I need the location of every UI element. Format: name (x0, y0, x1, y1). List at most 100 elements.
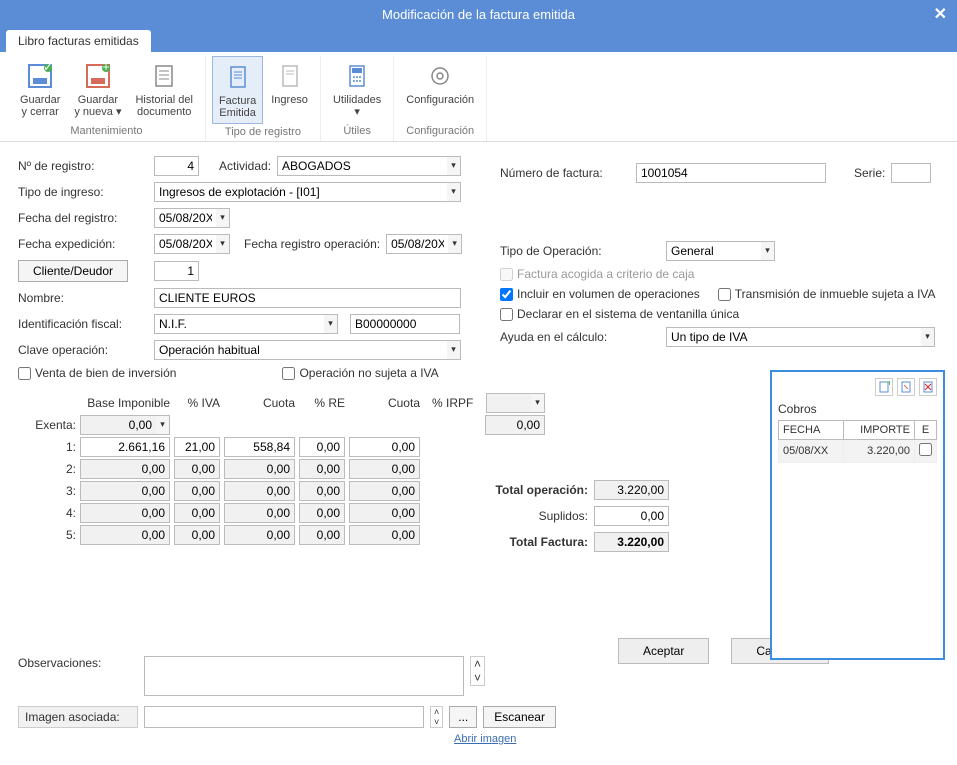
tipo-op-label: Tipo de Operación: (500, 244, 660, 258)
chevron-down-icon[interactable]: ▾ (216, 208, 230, 228)
iva-input-2[interactable] (174, 459, 220, 479)
calculator-icon (341, 60, 373, 92)
imagen-path-input[interactable] (144, 706, 424, 728)
numero-factura-input[interactable] (636, 163, 826, 183)
chevron-down-icon[interactable]: ▾ (447, 340, 461, 360)
scroll-up-icon[interactable]: ˄ (471, 657, 484, 671)
scroll-down-icon[interactable]: ˅ (431, 717, 442, 727)
iva-input-5[interactable] (174, 525, 220, 545)
new-cobro-icon[interactable]: + (875, 378, 893, 396)
op-no-sujeta-checkbox[interactable]: Operación no sujeta a IVA (282, 366, 438, 380)
cuota-input-2[interactable] (224, 459, 295, 479)
cuota2-input-2[interactable] (349, 459, 420, 479)
historial-button[interactable]: Historial del documento (129, 56, 198, 122)
cobro-e-checkbox[interactable] (919, 443, 932, 456)
clave-op-select[interactable] (154, 340, 447, 360)
total-op-value (594, 480, 669, 500)
cuota2-input-5[interactable] (349, 525, 420, 545)
tipo-ingreso-label: Tipo de ingreso: (18, 185, 148, 199)
iva-input-3[interactable] (174, 481, 220, 501)
utilidades-button[interactable]: Utilidades ▾ (327, 56, 387, 122)
re-input-1[interactable] (299, 437, 345, 457)
registro-input[interactable] (154, 156, 199, 176)
base-input-4[interactable] (80, 503, 170, 523)
factura-emitida-button[interactable]: Factura Emitida (212, 56, 263, 124)
fecha-exped-label: Fecha expedición: (18, 237, 148, 251)
incluir-vol-checkbox[interactable]: Incluir en volumen de operaciones (500, 287, 700, 301)
tipo-ingreso-select[interactable] (154, 182, 447, 202)
actividad-select[interactable] (277, 156, 447, 176)
ayuda-calc-select[interactable] (666, 327, 921, 347)
transm-inmueble-checkbox[interactable]: Transmisión de inmueble sujeta a IVA (718, 287, 936, 301)
titlebar: Modificación de la factura emitida ✕ (0, 0, 957, 28)
exenta-input[interactable] (80, 415, 156, 435)
cuota-input-4[interactable] (224, 503, 295, 523)
cliente-num-input[interactable] (154, 261, 199, 281)
svg-text:+: + (886, 381, 890, 389)
re-input-2[interactable] (299, 459, 345, 479)
criterio-caja-checkbox: Factura acogida a criterio de caja (500, 267, 694, 281)
cuota2-input-4[interactable] (349, 503, 420, 523)
scroll-up-icon[interactable]: ˄ (431, 707, 442, 717)
venta-inversion-checkbox[interactable]: Venta de bien de inversión (18, 366, 176, 380)
ingreso-button[interactable]: Ingreso (265, 56, 314, 110)
close-icon[interactable]: ✕ (934, 4, 947, 24)
guardar-cerrar-button[interactable]: ✓ Guardar y cerrar (14, 56, 66, 122)
ident-tipo-select[interactable] (154, 314, 324, 334)
base-input-2[interactable] (80, 459, 170, 479)
suplidos-input[interactable] (594, 506, 669, 526)
aceptar-button[interactable]: Aceptar (618, 638, 709, 664)
cliente-deudor-button[interactable]: Cliente/Deudor (18, 260, 128, 282)
cuota2-input-1[interactable] (349, 437, 420, 457)
cobros-row[interactable]: 05/08/XX3.220,00 (779, 440, 937, 463)
base-input-3[interactable] (80, 481, 170, 501)
scroll-down-icon[interactable]: ˅ (471, 671, 484, 685)
browse-button[interactable]: ... (449, 706, 477, 728)
serie-input[interactable] (891, 163, 931, 183)
nombre-input[interactable] (154, 288, 461, 308)
re-input-5[interactable] (299, 525, 345, 545)
escanear-button[interactable]: Escanear (483, 706, 556, 728)
iva-input-4[interactable] (174, 503, 220, 523)
cuota2-input-3[interactable] (349, 481, 420, 501)
base-input-5[interactable] (80, 525, 170, 545)
delete-cobro-icon[interactable] (919, 378, 937, 396)
clave-op-label: Clave operación: (18, 343, 148, 357)
cuota-input-1[interactable] (224, 437, 295, 457)
tipo-op-select[interactable] (666, 241, 761, 261)
re-input-3[interactable] (299, 481, 345, 501)
save-new-icon: + (82, 60, 114, 92)
fecha-registro-input[interactable] (154, 208, 216, 228)
observaciones-textarea[interactable] (144, 656, 464, 696)
chevron-down-icon[interactable]: ▾ (531, 393, 545, 413)
guardar-nueva-button[interactable]: + Guardar y nueva ▾ (68, 56, 127, 122)
irpf-type-select[interactable] (486, 393, 531, 413)
edit-cobro-icon[interactable] (897, 378, 915, 396)
iva-input-1[interactable] (174, 437, 220, 457)
cuota-input-3[interactable] (224, 481, 295, 501)
fecha-exped-input[interactable] (154, 234, 216, 254)
chevron-down-icon[interactable]: ▾ (448, 234, 462, 254)
chevron-down-icon[interactable]: ▾ (156, 415, 170, 435)
ribbon-group-mantenimiento: ✓ Guardar y cerrar + Guardar y nueva ▾ H… (8, 56, 206, 141)
fecha-reg-op-input[interactable] (386, 234, 448, 254)
chevron-down-icon[interactable]: ▾ (447, 182, 461, 202)
chevron-down-icon[interactable]: ▾ (921, 327, 935, 347)
chevron-down-icon[interactable]: ▾ (324, 314, 338, 334)
cuota-input-5[interactable] (224, 525, 295, 545)
svg-text:✓: ✓ (43, 62, 53, 74)
chevron-down-icon[interactable]: ▾ (216, 234, 230, 254)
actividad-label: Actividad: (219, 159, 271, 173)
tab-libro-facturas[interactable]: Libro facturas emitidas (6, 30, 151, 52)
re-input-4[interactable] (299, 503, 345, 523)
total-fact-value (594, 532, 669, 552)
ribbon: ✓ Guardar y cerrar + Guardar y nueva ▾ H… (0, 52, 957, 142)
configuracion-button[interactable]: Configuración (400, 56, 480, 110)
abrir-imagen-link[interactable]: Abrir imagen (454, 733, 516, 745)
chevron-down-icon[interactable]: ▾ (761, 241, 775, 261)
irpf-val-input[interactable] (485, 415, 545, 435)
chevron-down-icon[interactable]: ▾ (447, 156, 461, 176)
ident-valor-input[interactable] (350, 314, 460, 334)
base-input-1[interactable] (80, 437, 170, 457)
declarar-vent-checkbox[interactable]: Declarar en el sistema de ventanilla úni… (500, 307, 739, 321)
